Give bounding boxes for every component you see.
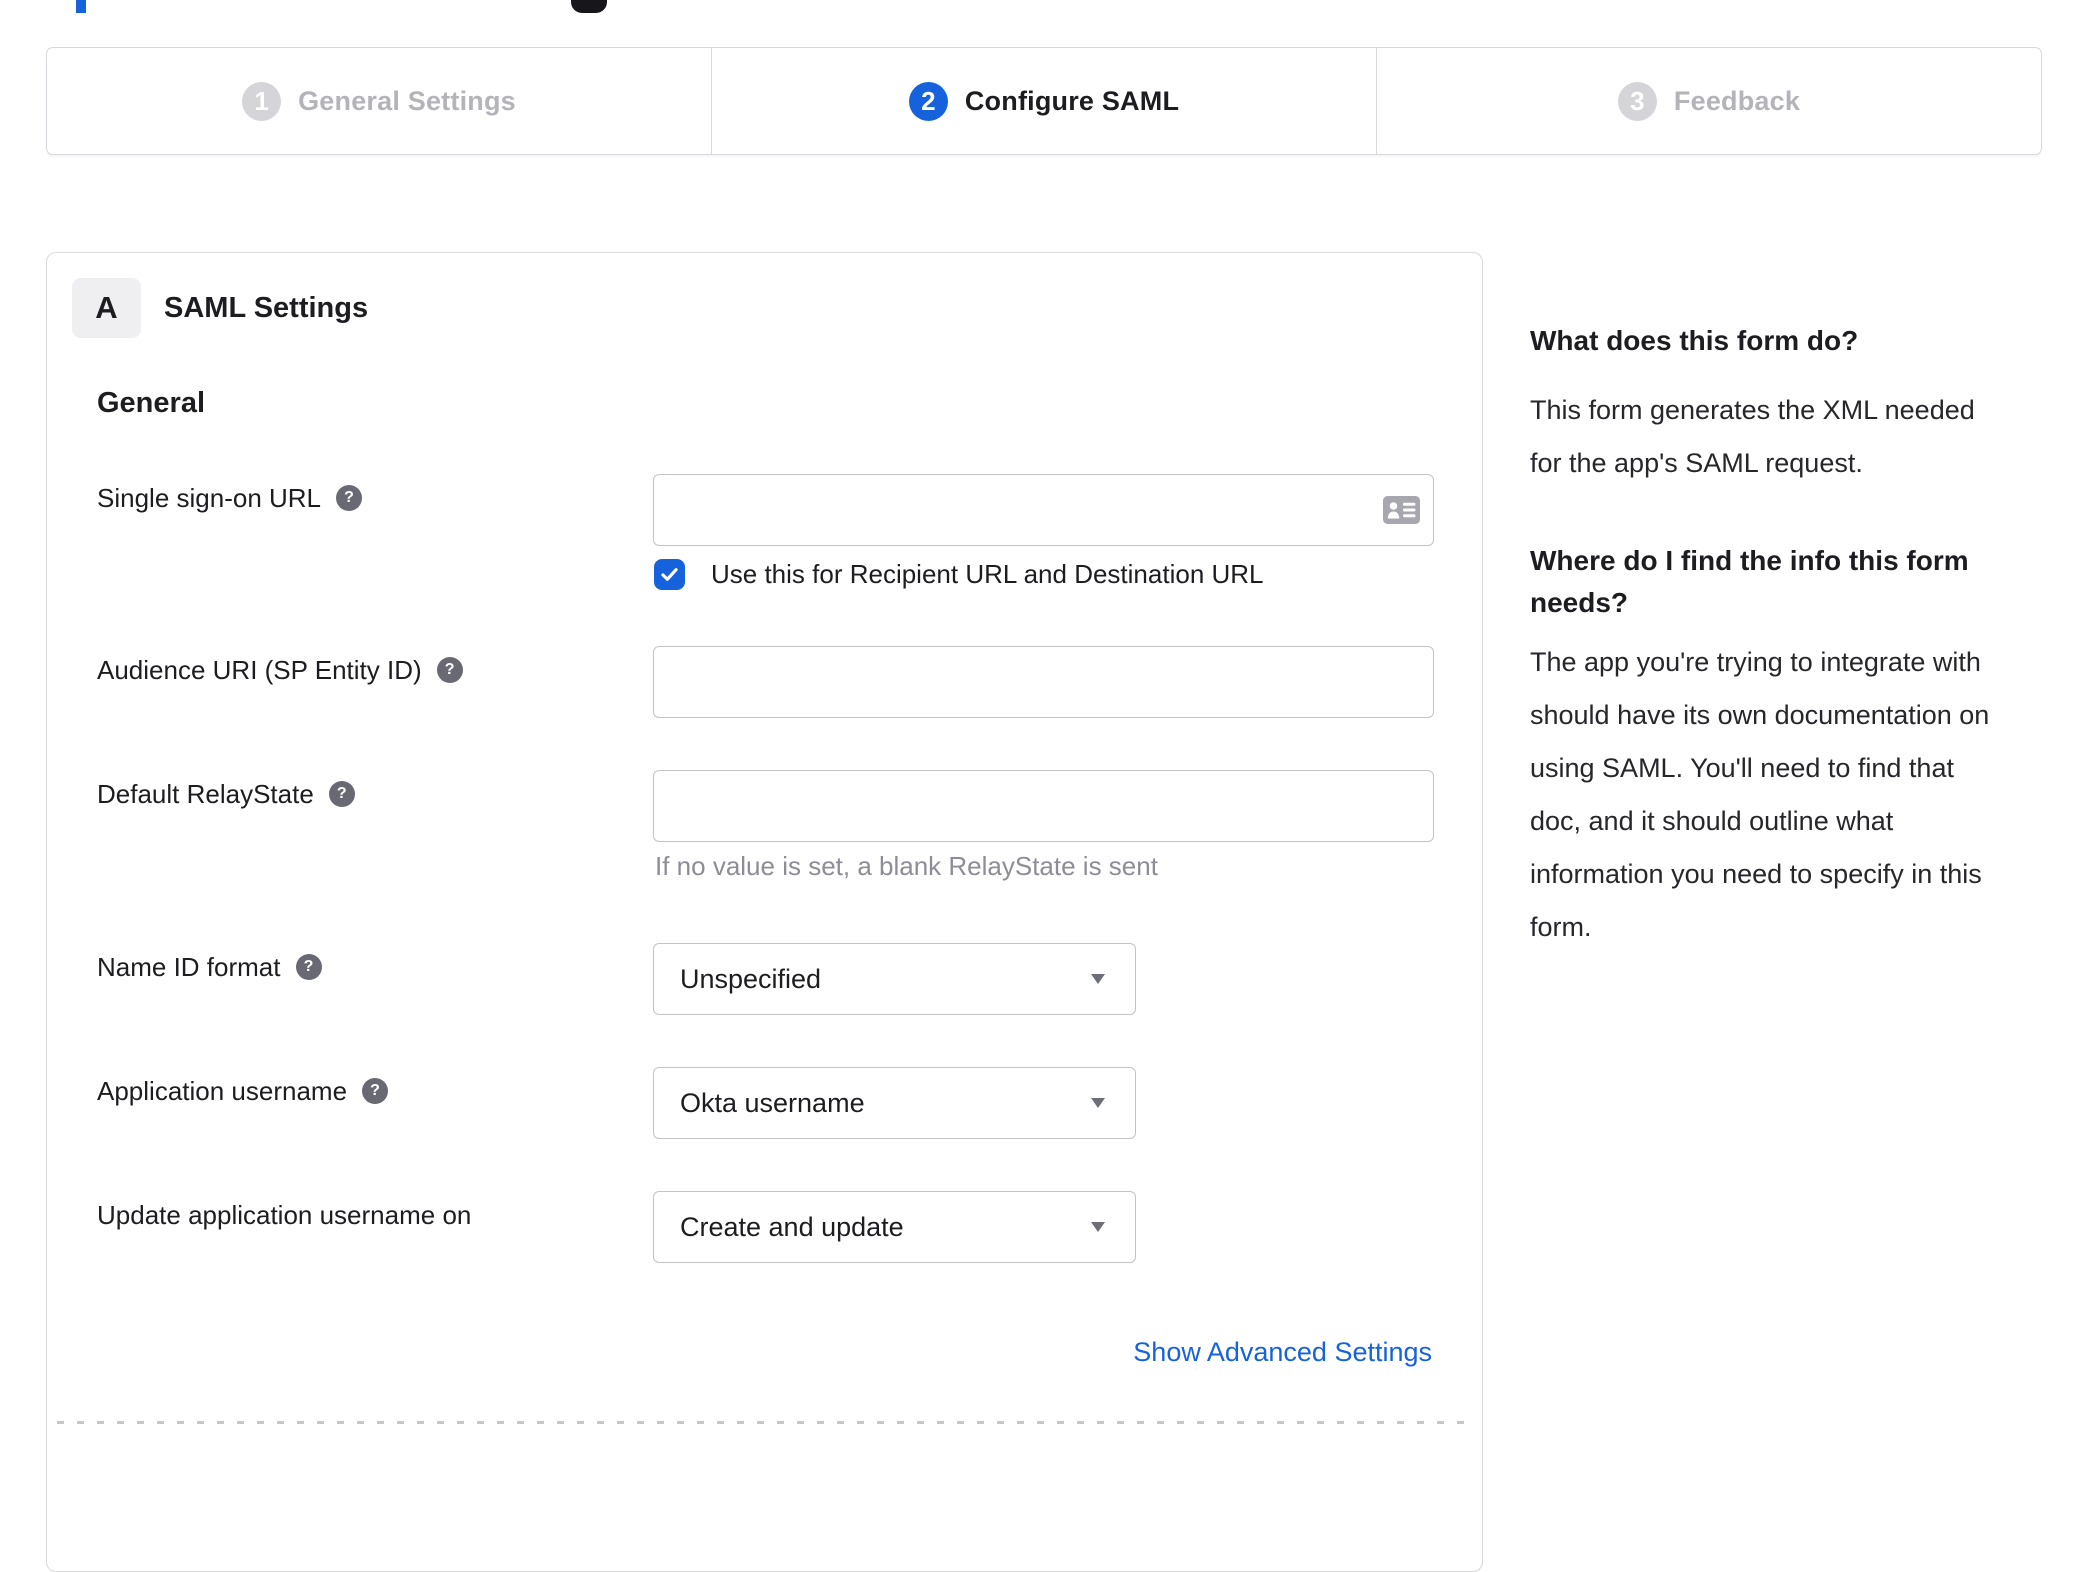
application-username-help-icon[interactable]: ? (362, 1078, 389, 1104)
help-paragraph-what: This form generates the XML needed for t… (1530, 395, 1975, 478)
step-3-number-badge: 3 (1617, 81, 1657, 121)
step-2-number-badge: 2 (908, 81, 948, 121)
recipient-url-checkbox-label: Use this for Recipient URL and Destinati… (711, 559, 1264, 589)
help-sidebar: What does this form do? This form genera… (1530, 320, 2070, 954)
name-id-format-label: Name ID format ? (97, 951, 322, 983)
section-a-badge: A (72, 278, 141, 338)
sso-url-help-icon[interactable]: ? (336, 485, 363, 511)
update-app-username-select[interactable]: Create and update (653, 1191, 1136, 1263)
update-app-username-label: Update application username on (97, 1200, 472, 1230)
application-username-label: Application username ? (97, 1075, 389, 1107)
sso-url-label: Single sign-on URL ? (97, 482, 363, 514)
section-title: SAML Settings (164, 292, 369, 324)
chevron-down-icon (1091, 1222, 1105, 1232)
audience-uri-input[interactable] (653, 646, 1434, 718)
step-configure-saml[interactable]: 2 Configure SAML (711, 48, 1376, 154)
application-username-selected-value: Okta username (680, 1087, 865, 1118)
step-feedback[interactable]: 3 Feedback (1376, 48, 2041, 154)
name-id-format-selected-value: Unspecified (680, 963, 822, 994)
help-heading-where: Where do I find the info this form needs… (1530, 545, 1969, 618)
dashed-section-divider (57, 1421, 1472, 1424)
name-id-format-select[interactable]: Unspecified (653, 943, 1136, 1015)
update-app-username-selected-value: Create and update (680, 1211, 904, 1242)
default-relaystate-hint: If no value is set, a blank RelayState i… (655, 851, 1158, 881)
step-3-label: Feedback (1673, 85, 1801, 116)
step-1-number-badge: 1 (242, 81, 282, 121)
recipient-url-checkbox-row: Use this for Recipient URL and Destinati… (654, 559, 1264, 590)
checkmark-icon (661, 568, 678, 581)
show-advanced-settings-link[interactable]: Show Advanced Settings (1133, 1337, 1432, 1368)
audience-uri-help-icon[interactable]: ? (436, 657, 463, 683)
step-general-settings[interactable]: 1 General Settings (47, 48, 711, 154)
name-id-format-help-icon[interactable]: ? (295, 954, 322, 980)
chevron-down-icon (1091, 974, 1105, 984)
saml-settings-panel: A SAML Settings General Single sign-on U… (46, 252, 1483, 1572)
wizard-stepper: 1 General Settings 2 Configure SAML 3 Fe… (46, 47, 2042, 155)
recipient-url-checkbox[interactable] (654, 559, 685, 590)
sso-url-input[interactable] (653, 474, 1434, 546)
help-heading-what: What does this form do? (1530, 325, 1859, 356)
default-relaystate-help-icon[interactable]: ? (328, 781, 355, 807)
general-subsection-title: General (97, 387, 205, 419)
chevron-down-icon (1091, 1098, 1105, 1108)
cutoff-dark-icon (571, 0, 607, 13)
cutoff-blue-tab-indicator (76, 0, 86, 13)
audience-uri-label: Audience URI (SP Entity ID) ? (97, 654, 463, 686)
default-relaystate-input[interactable] (653, 770, 1434, 842)
help-paragraph-where: The app you're trying to integrate with … (1530, 647, 1990, 942)
step-2-label: Configure SAML (964, 85, 1180, 116)
step-1-label: General Settings (298, 85, 516, 116)
application-username-select[interactable]: Okta username (653, 1067, 1136, 1139)
default-relaystate-label: Default RelayState ? (97, 778, 355, 810)
